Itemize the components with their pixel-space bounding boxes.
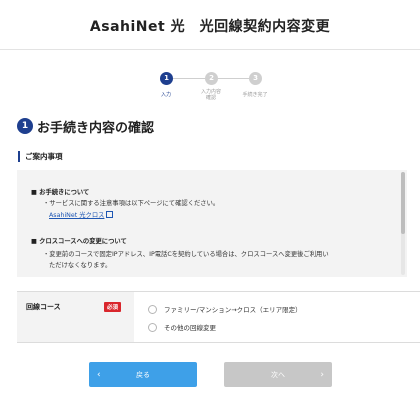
- step-3-label: 手続き完了: [242, 92, 268, 98]
- notice-scrollbar-thumb[interactable]: [401, 172, 405, 234]
- step-3-circle: 3: [249, 72, 262, 85]
- stepper-connector: [173, 78, 205, 79]
- guide-heading-text: ご案内事項: [25, 151, 63, 161]
- next-button[interactable]: 次へ ›: [224, 362, 332, 387]
- step-1-circle: 1: [160, 72, 173, 85]
- heading-accent-bar: [18, 150, 20, 162]
- step-1-label: 入力: [160, 92, 171, 98]
- section-title-text: お手続き内容の確認: [37, 120, 155, 136]
- line-course-label: 回線コース: [26, 303, 61, 311]
- step-2-circle: 2: [205, 72, 218, 85]
- hikari-cross-link[interactable]: AsahiNet 光クロス: [49, 210, 114, 219]
- next-button-label: 次へ: [271, 370, 285, 379]
- guide-notice-box[interactable]: ■ お手続きについて ・サービスに関する注意事項は以下ページにて確認ください。 …: [17, 170, 407, 277]
- progress-stepper: 1 2 3 入力 入力内容 確認 手続き完了: [160, 72, 268, 102]
- notice-item-text: ただけなくなります。: [49, 262, 112, 269]
- guide-heading: ご案内事項: [18, 150, 63, 162]
- notice-item-heading: ■ お手続きについて: [31, 189, 90, 196]
- course-option-other[interactable]: その他の回線変更: [148, 322, 216, 332]
- link-label: AsahiNet 光クロス: [49, 212, 105, 219]
- section-number-badge: 1: [17, 118, 33, 134]
- required-badge: 必須: [104, 302, 122, 312]
- header-divider: [0, 49, 420, 50]
- stepper-connector: [218, 78, 249, 79]
- line-course-row: 回線コース 必須 ファミリー/マンション→クロス（エリア限定） その他の回線変更: [17, 291, 420, 343]
- form-label-cell: 回線コース 必須: [17, 292, 134, 342]
- radio-button[interactable]: [148, 304, 157, 314]
- chevron-left-icon: ‹: [97, 369, 101, 380]
- radio-label: ファミリー/マンション→クロス（エリア限定）: [164, 306, 302, 314]
- notice-item-text: ・変更前のコースで固定IPアドレス、IP電話Cを契約している場合は、クロスコース…: [43, 251, 329, 258]
- section-title: 1 お手続き内容の確認: [17, 117, 155, 136]
- notice-item-heading: ■ クロスコースへの変更について: [31, 238, 127, 245]
- radio-label: その他の回線変更: [164, 324, 216, 332]
- course-option-family-to-cross[interactable]: ファミリー/マンション→クロス（エリア限定）: [148, 304, 302, 314]
- radio-button[interactable]: [148, 322, 157, 332]
- back-button[interactable]: ‹ 戻る: [89, 362, 197, 387]
- chevron-right-icon: ›: [320, 369, 324, 380]
- back-button-label: 戻る: [136, 370, 150, 379]
- external-link-icon: [106, 211, 114, 218]
- page-title: AsahiNet 光 光回線契約内容変更: [89, 19, 331, 35]
- step-2-label: 入力内容 確認: [200, 89, 221, 101]
- notice-item-text: ・サービスに関する注意事項は以下ページにて確認ください。: [43, 200, 220, 207]
